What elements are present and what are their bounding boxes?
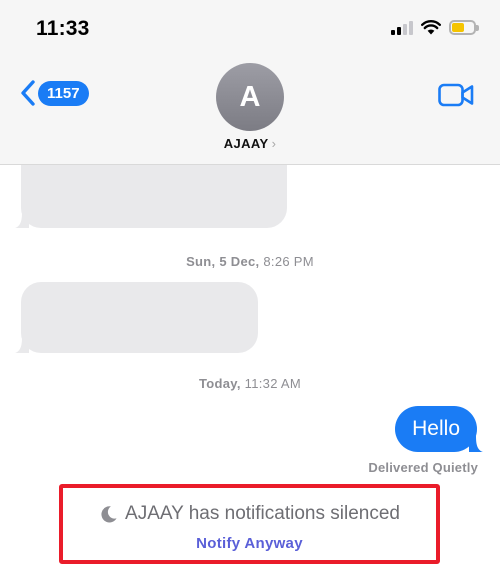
incoming-message-bubble[interactable] — [15, 282, 258, 353]
chevron-right-icon: › — [271, 136, 277, 151]
timestamp-day: Today, — [198, 376, 241, 391]
conversation-header: 11:33 1157 A AJAAY › — [0, 0, 500, 165]
avatar-initial: A — [239, 80, 261, 113]
outgoing-message-text: Hello — [412, 417, 460, 440]
back-button[interactable]: 1157 — [21, 80, 89, 106]
bubble-tail — [469, 436, 483, 452]
timestamp: Sun, 5 Dec, 8:26 PM — [0, 254, 500, 269]
status-icons — [391, 20, 479, 35]
timestamp: Today, 11:32 AM — [0, 376, 500, 391]
silenced-notice-line: AJAAY has notifications silenced — [63, 503, 436, 525]
battery-icon — [449, 20, 479, 35]
timestamp-time: 11:32 AM — [244, 376, 302, 391]
cellular-signal-icon — [391, 20, 413, 35]
outgoing-message-bubble[interactable]: Hello — [395, 406, 483, 452]
wifi-icon — [421, 20, 441, 35]
status-time: 11:33 — [36, 17, 90, 40]
contact-name[interactable]: AJAAY › — [0, 136, 500, 151]
video-camera-icon — [438, 83, 474, 107]
notify-anyway-button[interactable]: Notify Anyway — [63, 535, 436, 552]
contact-name-label: AJAAY — [223, 136, 269, 151]
bubble-tail — [15, 212, 29, 228]
messages-screen: 11:33 1157 A AJAAY › Sun, 5 Dec, 8:26 PM… — [0, 0, 500, 569]
timestamp-day: Sun, 5 Dec, — [186, 254, 260, 269]
chevron-left-icon — [21, 80, 35, 106]
unread-count-badge: 1157 — [38, 80, 89, 106]
silenced-notice-text: AJAAY has notifications silenced — [125, 503, 400, 524]
timestamp-time: 8:26 PM — [263, 254, 314, 269]
facetime-video-button[interactable] — [438, 83, 474, 112]
contact-avatar[interactable]: A — [216, 63, 284, 131]
moon-icon — [101, 505, 117, 522]
delivery-status: Delivered Quietly — [368, 460, 478, 475]
silenced-notice: AJAAY has notifications silenced Notify … — [59, 484, 440, 564]
bubble-tail — [15, 337, 29, 353]
